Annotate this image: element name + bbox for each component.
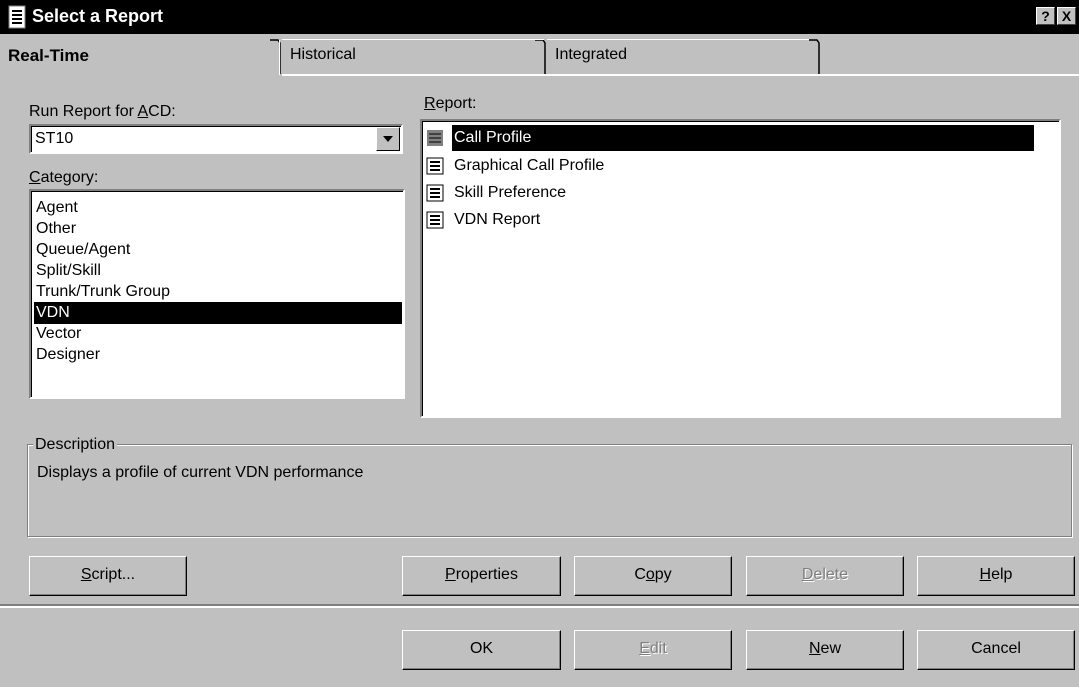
script-button[interactable]: Script... [29,556,187,596]
tab-integrated[interactable]: Integrated [547,38,822,74]
tab-label: Real-Time [8,46,89,65]
tab-label: Integrated [555,46,628,63]
report-icon [426,184,444,202]
delete-button[interactable]: Delete [746,556,904,596]
tab-edge-light [279,40,280,75]
list-item[interactable]: Trunk/Trunk Group [34,281,402,303]
new-button[interactable]: New [746,630,904,670]
acd-dropdown[interactable]: ST10 [29,124,403,154]
tab-divider [270,39,281,74]
report-list[interactable]: Call Profile Graphical Call Profile Skil… [420,119,1061,418]
tab-historical[interactable]: Historical [282,38,547,74]
tab-real-time[interactable]: Real-Time [0,38,282,74]
tab-top-highlight [282,39,544,40]
description-text: Displays a profile of current VDN perfor… [37,464,364,481]
close-title-button[interactable]: X [1057,7,1076,25]
report-icon [426,211,444,229]
list-item[interactable]: Vector [34,323,402,345]
report-item[interactable]: Skill Preference [426,180,1026,206]
list-item[interactable]: Other [34,218,402,240]
report-item-label: Skill Preference [454,184,567,201]
separator-highlight [0,606,1079,608]
description-label: Description [33,436,118,454]
category-list[interactable]: Agent Other Queue/Agent Split/Skill Trun… [29,189,405,399]
report-icon [6,5,28,29]
ok-button[interactable]: OK [402,630,561,670]
list-item[interactable]: Designer [34,344,402,366]
report-item-selected[interactable]: Call Profile [426,125,1034,151]
category-label: Category: [29,169,99,186]
list-item[interactable]: Agent [34,197,402,219]
help-button[interactable]: Help [917,556,1075,596]
dropdown-arrow-button[interactable] [376,127,400,151]
report-icon [426,157,444,175]
report-item-label: Call Profile [452,125,1034,151]
window-title: Select a Report [32,6,164,26]
copy-button[interactable]: Copy [574,556,732,596]
list-item[interactable]: Split/Skill [34,260,402,282]
help-title-button[interactable]: ? [1036,7,1055,25]
properties-button[interactable]: Properties [402,556,561,596]
acd-label: Run Report for ACD: [29,103,176,120]
list-item[interactable]: Queue/Agent [34,239,402,261]
report-item-label: Graphical Call Profile [454,157,605,174]
description-group [27,444,1072,537]
report-item[interactable]: Graphical Call Profile [426,153,1026,179]
title-bar[interactable]: Select a Report ? X [0,0,1079,34]
cancel-button[interactable]: Cancel [917,630,1075,670]
report-item[interactable]: VDN Report [426,207,1026,233]
tab-strip-line [282,74,1079,76]
list-item-selected[interactable]: VDN [34,302,402,324]
edit-button[interactable]: Edit [574,630,732,670]
report-icon [427,130,443,146]
tab-divider [535,39,546,74]
report-item-label: VDN Report [454,211,541,228]
report-label: Report: [424,95,477,112]
chevron-down-icon [383,136,393,142]
tab-label: Historical [290,46,356,63]
acd-value: ST10 [35,130,74,147]
tab-divider [809,39,820,74]
